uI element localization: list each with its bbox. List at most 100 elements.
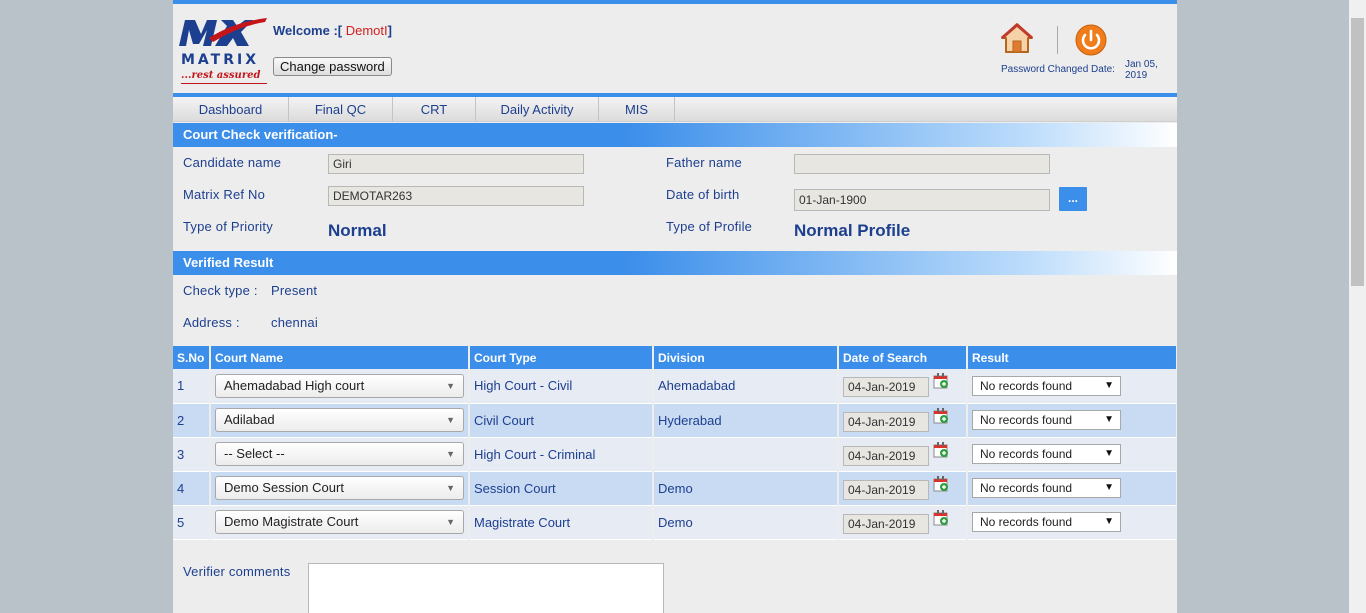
court-name-selected: Ahemadabad High court — [224, 377, 365, 393]
chevron-down-icon: ▼ — [1104, 414, 1114, 425]
result-selected: No records found — [980, 447, 1073, 461]
main-menu: Dashboard Final QC CRT Daily Activity MI… — [173, 97, 1177, 122]
menu-crt[interactable]: CRT — [393, 97, 476, 121]
header-separator — [1057, 26, 1058, 54]
date-of-search-field[interactable] — [843, 479, 929, 500]
header-court-type: Court Type — [469, 346, 654, 369]
result-select[interactable]: No records found ▼ — [972, 512, 1121, 532]
result-select[interactable]: No records found ▼ — [972, 375, 1121, 396]
court-check-title: Court Check verification- — [173, 123, 1177, 147]
chevron-down-icon: ▼ — [1104, 448, 1114, 459]
row-result-cell: No records found ▼ — [967, 403, 1177, 438]
result-selected: No records found — [980, 515, 1073, 529]
result-selected: No records found — [980, 481, 1073, 495]
table-row: 2 Adilabad ▼ Civil CourtHyderabad No records… — [173, 403, 1177, 438]
welcome-label: Welcome :[ — [273, 23, 343, 38]
calendar-icon[interactable] — [933, 373, 949, 389]
verified-result-title: Verified Result — [173, 251, 1177, 275]
matrix-ref-label: Matrix Ref No — [183, 187, 266, 202]
chevron-down-icon: ▼ — [446, 517, 455, 527]
row-division: Demo — [653, 505, 839, 540]
row-division: Demo — [653, 471, 839, 506]
row-division: Ahemadabad — [653, 369, 839, 404]
calendar-icon[interactable] — [933, 407, 949, 424]
dob-picker-button[interactable]: ... — [1059, 187, 1087, 211]
chevron-down-icon: ▼ — [446, 415, 455, 425]
menu-daily-activity[interactable]: Daily Activity — [476, 97, 599, 121]
row-sno: 1 — [173, 369, 211, 404]
date-of-search-field[interactable] — [843, 513, 929, 534]
dob-label: Date of birth — [666, 187, 740, 202]
home-icon[interactable] — [1000, 22, 1034, 54]
court-name-select[interactable]: Ahemadabad High court ▼ — [215, 373, 464, 398]
calendar-icon[interactable] — [933, 509, 949, 526]
court-name-selected: -- Select -- — [224, 446, 285, 461]
verifier-comments-field[interactable] — [308, 563, 664, 613]
row-date-cell — [838, 437, 968, 472]
header-sno: S.No — [173, 346, 211, 369]
calendar-icon[interactable] — [933, 475, 949, 492]
header-date-of-search: Date of Search — [838, 346, 968, 369]
header: MATRIX ...rest assured Welcome :[ DemotI… — [173, 4, 1177, 93]
row-division — [653, 437, 839, 472]
table-row: 1 Ahemadabad High court ▼ High Court - Civi… — [173, 369, 1177, 404]
menu-dashboard[interactable]: Dashboard — [173, 97, 289, 121]
welcome-close: ] — [387, 23, 392, 38]
menu-mis[interactable]: MIS — [599, 97, 675, 121]
logo-tagline: ...rest assured — [181, 70, 261, 81]
row-result-cell: No records found ▼ — [967, 505, 1177, 540]
result-select[interactable]: No records found ▼ — [972, 444, 1121, 464]
chevron-down-icon: ▼ — [1104, 516, 1114, 527]
father-name-field[interactable] — [794, 154, 1050, 174]
table-row: 3 -- Select -- ▼ High Court - Criminal No re… — [173, 437, 1177, 472]
row-court-type: High Court - Civil — [469, 369, 654, 404]
court-name-selected: Adilabad — [224, 412, 275, 427]
welcome-text: Welcome :[ DemotI] — [273, 23, 392, 38]
date-of-search-field[interactable] — [843, 377, 929, 398]
candidate-name-label: Candidate name — [183, 155, 282, 170]
matrix-logo: MATRIX ...rest assured — [179, 18, 269, 90]
result-select[interactable]: No records found ▼ — [972, 478, 1121, 498]
address-value: chennai — [271, 315, 318, 330]
chevron-down-icon: ▼ — [1104, 482, 1114, 493]
scrollbar-thumb[interactable] — [1351, 18, 1364, 286]
priority-value: Normal — [328, 221, 387, 240]
court-name-select[interactable]: -- Select -- ▼ — [215, 442, 464, 466]
court-name-selected: Demo Magistrate Court — [224, 514, 359, 529]
row-court-type: Session Court — [469, 471, 654, 506]
logo-underline — [181, 83, 267, 84]
court-results-table: S.No Court Name Court Type Division Date… — [173, 346, 1177, 540]
header-division: Division — [653, 346, 839, 369]
priority-label: Type of Priority — [183, 219, 273, 234]
matrix-ref-field[interactable] — [328, 186, 584, 206]
result-selected: No records found — [980, 378, 1073, 393]
date-of-search-field[interactable] — [843, 411, 929, 432]
date-of-search-field[interactable] — [843, 445, 929, 466]
row-court-type: High Court - Criminal — [469, 437, 654, 472]
page: MATRIX ...rest assured Welcome :[ DemotI… — [173, 0, 1177, 613]
power-icon[interactable] — [1075, 24, 1107, 56]
matrix-logo-mark — [179, 18, 267, 46]
logo-brand-text: MATRIX — [181, 52, 260, 68]
row-sno: 4 — [173, 471, 211, 506]
header-result: Result — [967, 346, 1177, 369]
calendar-icon[interactable] — [933, 441, 949, 458]
profile-value: Normal Profile — [794, 221, 911, 240]
chevron-down-icon: ▼ — [446, 380, 455, 391]
menu-final-qc[interactable]: Final QC — [289, 97, 393, 121]
candidate-name-field[interactable] — [328, 154, 584, 174]
dob-field[interactable] — [794, 189, 1050, 211]
chevron-down-icon: ▼ — [1104, 379, 1114, 391]
address-label: Address : — [183, 315, 240, 330]
court-name-select[interactable]: Demo Magistrate Court ▼ — [215, 510, 464, 534]
row-result-cell: No records found ▼ — [967, 369, 1177, 404]
row-court-name-cell: Demo Magistrate Court ▼ — [210, 505, 470, 540]
court-name-select[interactable]: Adilabad ▼ — [215, 408, 464, 432]
change-password-button[interactable]: Change password — [273, 57, 392, 76]
check-type-value: Present — [271, 283, 318, 298]
court-name-select[interactable]: Demo Session Court ▼ — [215, 476, 464, 500]
password-changed-label: Password Changed Date: — [1001, 64, 1115, 75]
result-select[interactable]: No records found ▼ — [972, 410, 1121, 430]
result-selected: No records found — [980, 413, 1073, 427]
table-row: 4 Demo Session Court ▼ Session CourtDemo No … — [173, 471, 1177, 506]
